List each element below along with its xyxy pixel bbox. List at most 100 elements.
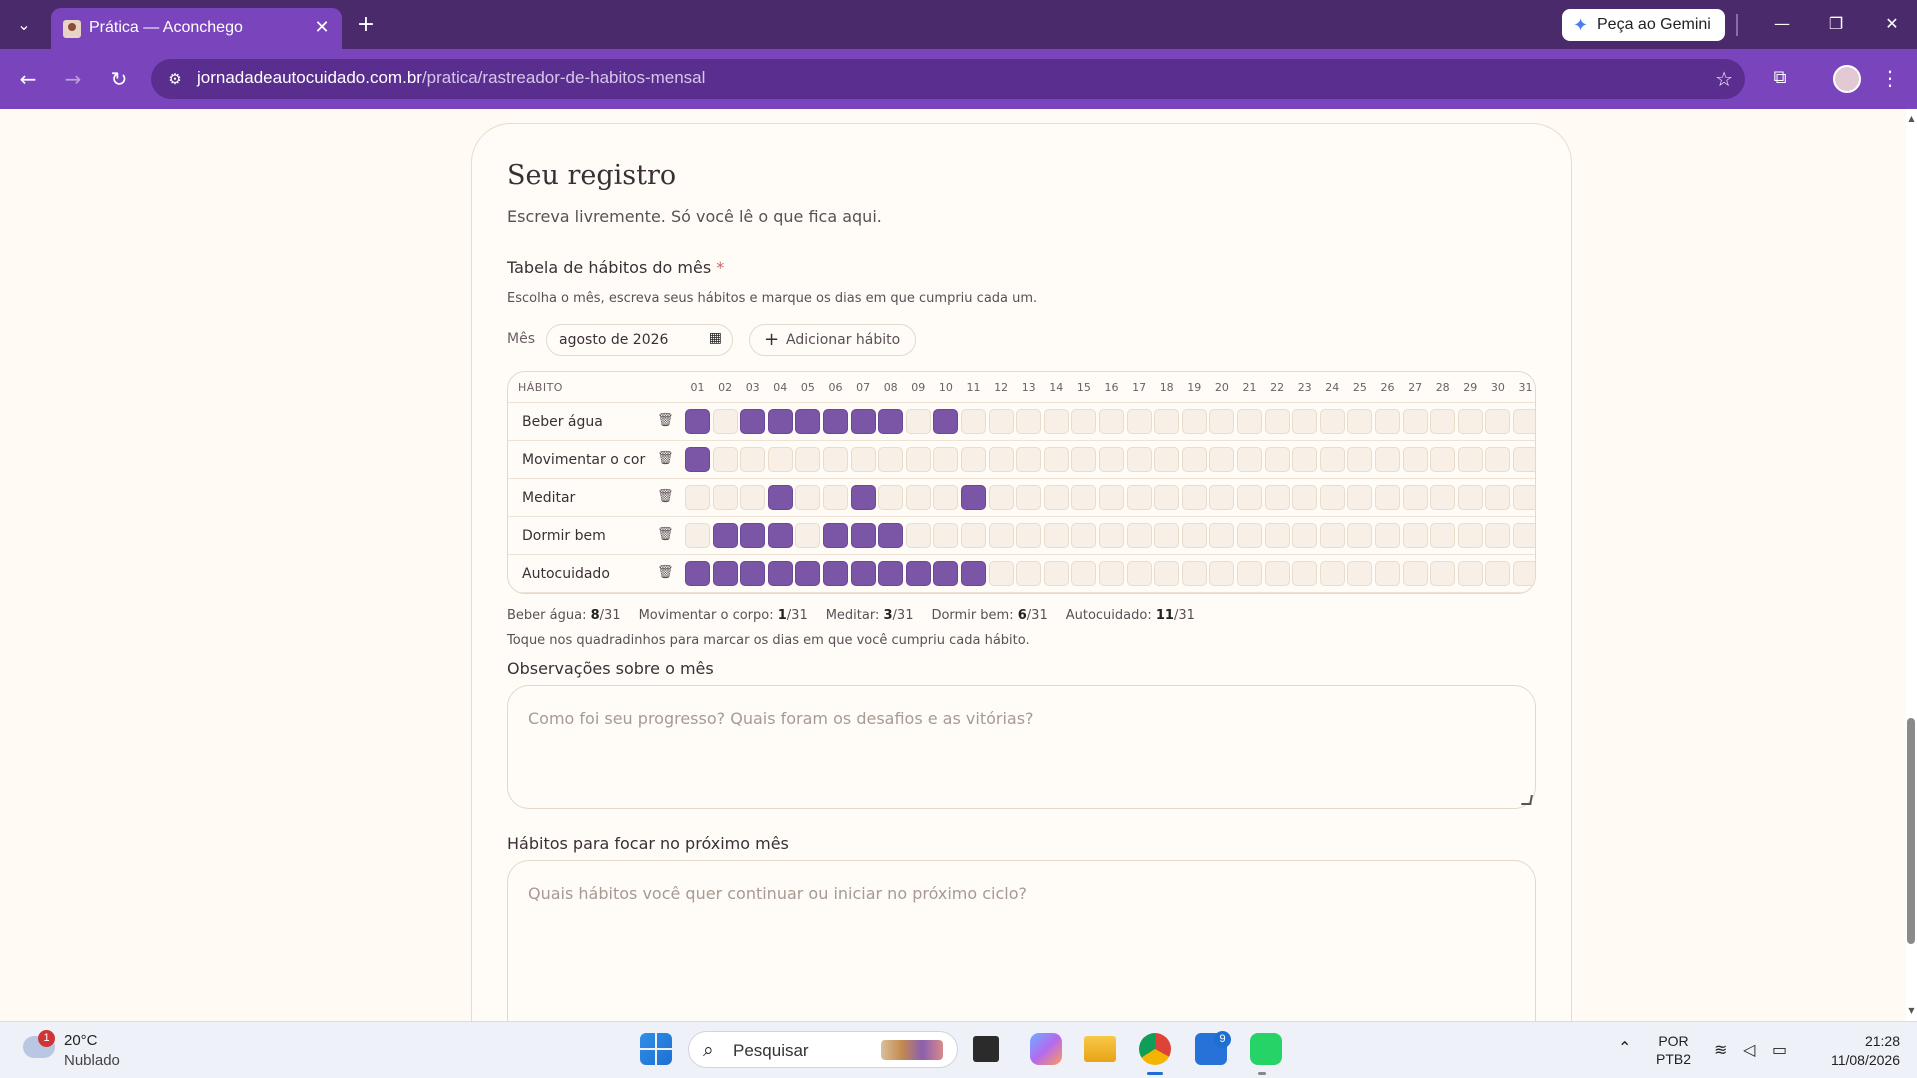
day-checkbox[interactable] [1181,485,1207,510]
day-checkbox[interactable] [1375,485,1400,510]
notes-textarea[interactable]: Como foi seu progresso? Quais foram os d… [507,685,1536,809]
day-checkbox[interactable] [1264,447,1290,472]
day-checkbox[interactable] [1016,485,1042,510]
day-checkbox[interactable] [1402,409,1428,434]
day-checkbox[interactable] [1154,485,1180,510]
day-checkbox[interactable] [1402,523,1428,548]
day-checkbox[interactable] [933,485,959,510]
day-checkbox[interactable] [961,447,986,472]
day-checkbox[interactable] [795,447,821,472]
day-checkbox[interactable] [878,561,904,586]
wifi-icon[interactable]: ≋ [1714,1040,1727,1059]
day-checkbox[interactable] [1099,485,1124,510]
day-checkbox[interactable] [1264,523,1290,548]
tray-expand-icon[interactable]: ⌃ [1618,1038,1631,1057]
day-checkbox[interactable] [1016,523,1042,548]
battery-icon[interactable]: ▭ [1772,1040,1787,1059]
day-checkbox[interactable] [1071,561,1097,586]
day-checkbox[interactable] [1126,485,1152,510]
day-checkbox[interactable] [1264,561,1290,586]
day-checkbox[interactable] [1099,561,1124,586]
browser-tab-active[interactable]: Prática — Aconchego ✕ [51,8,342,49]
day-checkbox[interactable] [685,485,710,510]
day-checkbox[interactable] [740,409,766,434]
system-clock[interactable]: 21:28 11/08/2026 [1820,1032,1900,1070]
day-checkbox[interactable] [1209,447,1235,472]
calendar-icon[interactable]: ▦ [709,330,722,346]
day-checkbox[interactable] [1347,447,1373,472]
day-checkbox[interactable] [1126,409,1152,434]
day-checkbox[interactable] [1292,523,1318,548]
language-indicator[interactable]: POR PTB2 [1656,1032,1691,1068]
day-checkbox[interactable] [1154,447,1180,472]
day-checkbox[interactable] [1292,409,1318,434]
day-checkbox[interactable] [961,485,986,510]
day-checkbox[interactable] [823,523,848,548]
day-checkbox[interactable] [878,523,904,548]
day-checkbox[interactable] [767,447,793,472]
day-checkbox[interactable] [1319,409,1345,434]
day-checkbox[interactable] [850,447,876,472]
day-checkbox[interactable] [1209,485,1235,510]
day-checkbox[interactable] [1485,447,1511,472]
day-checkbox[interactable] [795,409,821,434]
trash-icon[interactable]: 🗑 [657,565,674,581]
day-checkbox[interactable] [823,447,848,472]
day-checkbox[interactable] [1513,447,1535,472]
day-checkbox[interactable] [1237,447,1262,472]
day-checkbox[interactable] [1430,561,1456,586]
day-checkbox[interactable] [712,523,738,548]
day-checkbox[interactable] [1375,523,1400,548]
trash-icon[interactable]: 🗑 [657,489,674,505]
menu-kebab-icon[interactable]: ⋮ [1880,63,1900,93]
day-checkbox[interactable] [1043,523,1069,548]
day-checkbox[interactable] [1071,409,1097,434]
day-checkbox[interactable] [712,485,738,510]
day-checkbox[interactable] [1513,561,1535,586]
day-checkbox[interactable] [905,523,931,548]
habit-name[interactable]: Movimentar o corpo [522,452,646,468]
day-checkbox[interactable] [1126,561,1152,586]
day-checkbox[interactable] [740,561,766,586]
day-checkbox[interactable] [933,409,959,434]
day-checkbox[interactable] [1043,485,1069,510]
day-checkbox[interactable] [1319,561,1345,586]
weather-temperature[interactable]: 20°C [64,1032,98,1049]
forward-icon[interactable]: → [57,63,89,95]
scroll-up-icon[interactable]: ▲ [1906,114,1917,123]
day-checkbox[interactable] [1043,409,1069,434]
day-checkbox[interactable] [685,561,710,586]
day-checkbox[interactable] [905,409,931,434]
task-view-icon[interactable] [973,1036,999,1062]
day-checkbox[interactable] [1402,561,1428,586]
day-checkbox[interactable] [1264,409,1290,434]
habit-name[interactable]: Dormir bem [522,528,646,544]
day-checkbox[interactable] [1513,523,1535,548]
day-checkbox[interactable] [1457,485,1483,510]
bookmark-star-icon[interactable]: ☆ [1715,67,1733,91]
scroll-down-icon[interactable]: ▼ [1906,1006,1917,1015]
month-picker[interactable]: agosto de 2026 ▦ [546,324,733,356]
day-checkbox[interactable] [961,561,986,586]
day-checkbox[interactable] [1237,561,1262,586]
day-checkbox[interactable] [1485,523,1511,548]
resize-handle-icon[interactable] [1521,795,1533,805]
add-habit-button[interactable]: + Adicionar hábito [749,324,916,356]
day-checkbox[interactable] [1347,409,1373,434]
scrollbar-thumb[interactable] [1907,718,1915,944]
day-checkbox[interactable] [961,409,986,434]
day-checkbox[interactable] [1292,561,1318,586]
next-month-textarea[interactable]: Quais hábitos você quer continuar ou ini… [507,860,1536,1021]
copilot-icon[interactable] [1030,1033,1062,1065]
day-checkbox[interactable] [1347,561,1373,586]
day-checkbox[interactable] [1209,561,1235,586]
window-close-icon[interactable]: ✕ [1872,10,1912,38]
day-checkbox[interactable] [1237,485,1262,510]
reload-icon[interactable]: ↻ [103,63,135,95]
trash-icon[interactable]: 🗑 [657,527,674,543]
extensions-icon[interactable]: ⧉ [1766,63,1794,93]
day-checkbox[interactable] [905,447,931,472]
day-checkbox[interactable] [740,523,766,548]
day-checkbox[interactable] [1237,523,1262,548]
day-checkbox[interactable] [1043,561,1069,586]
